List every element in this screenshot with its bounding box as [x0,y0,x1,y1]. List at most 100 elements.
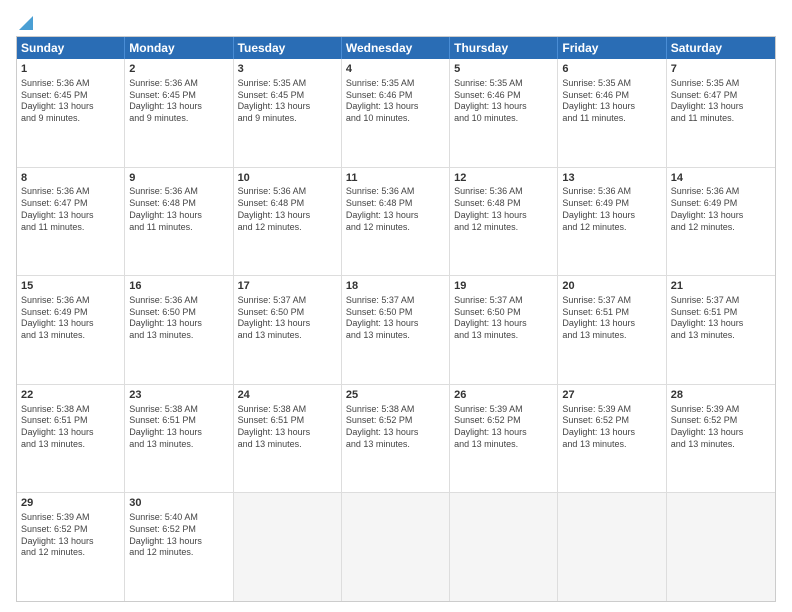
day-number: 26 [454,388,553,403]
day-number: 2 [129,62,228,77]
cell-info: Sunrise: 5:35 AMSunset: 6:46 PMDaylight:… [346,78,445,125]
cell-info: Sunrise: 5:35 AMSunset: 6:46 PMDaylight:… [454,78,553,125]
calendar-cell-11: 11Sunrise: 5:36 AMSunset: 6:48 PMDayligh… [342,168,450,276]
day-number: 3 [238,62,337,77]
cell-info: Sunrise: 5:38 AMSunset: 6:51 PMDaylight:… [129,404,228,451]
calendar-cell-8: 8Sunrise: 5:36 AMSunset: 6:47 PMDaylight… [17,168,125,276]
cell-info: Sunrise: 5:35 AMSunset: 6:45 PMDaylight:… [238,78,337,125]
header-day-wednesday: Wednesday [342,37,450,59]
day-number: 25 [346,388,445,403]
calendar-cell-4: 4Sunrise: 5:35 AMSunset: 6:46 PMDaylight… [342,59,450,167]
day-number: 30 [129,496,228,511]
calendar-cell-24: 24Sunrise: 5:38 AMSunset: 6:51 PMDayligh… [234,385,342,493]
calendar-cell-7: 7Sunrise: 5:35 AMSunset: 6:47 PMDaylight… [667,59,775,167]
day-number: 13 [562,171,661,186]
calendar-cell-10: 10Sunrise: 5:36 AMSunset: 6:48 PMDayligh… [234,168,342,276]
cell-info: Sunrise: 5:38 AMSunset: 6:51 PMDaylight:… [238,404,337,451]
day-number: 11 [346,171,445,186]
header-day-sunday: Sunday [17,37,125,59]
calendar-cell-18: 18Sunrise: 5:37 AMSunset: 6:50 PMDayligh… [342,276,450,384]
cell-info: Sunrise: 5:37 AMSunset: 6:50 PMDaylight:… [346,295,445,342]
cell-info: Sunrise: 5:36 AMSunset: 6:48 PMDaylight:… [129,186,228,233]
cell-info: Sunrise: 5:36 AMSunset: 6:49 PMDaylight:… [562,186,661,233]
cell-info: Sunrise: 5:36 AMSunset: 6:47 PMDaylight:… [21,186,120,233]
day-number: 15 [21,279,120,294]
cell-info: Sunrise: 5:36 AMSunset: 6:45 PMDaylight:… [129,78,228,125]
calendar-row-4: 22Sunrise: 5:38 AMSunset: 6:51 PMDayligh… [17,385,775,494]
day-number: 21 [671,279,771,294]
cell-info: Sunrise: 5:36 AMSunset: 6:48 PMDaylight:… [238,186,337,233]
calendar-cell-empty [558,493,666,601]
day-number: 28 [671,388,771,403]
calendar-cell-27: 27Sunrise: 5:39 AMSunset: 6:52 PMDayligh… [558,385,666,493]
calendar-cell-21: 21Sunrise: 5:37 AMSunset: 6:51 PMDayligh… [667,276,775,384]
cell-info: Sunrise: 5:38 AMSunset: 6:52 PMDaylight:… [346,404,445,451]
calendar-cell-5: 5Sunrise: 5:35 AMSunset: 6:46 PMDaylight… [450,59,558,167]
calendar-cell-17: 17Sunrise: 5:37 AMSunset: 6:50 PMDayligh… [234,276,342,384]
day-number: 9 [129,171,228,186]
day-number: 23 [129,388,228,403]
day-number: 8 [21,171,120,186]
cell-info: Sunrise: 5:37 AMSunset: 6:51 PMDaylight:… [671,295,771,342]
calendar-cell-9: 9Sunrise: 5:36 AMSunset: 6:48 PMDaylight… [125,168,233,276]
calendar-cell-1: 1Sunrise: 5:36 AMSunset: 6:45 PMDaylight… [17,59,125,167]
day-number: 12 [454,171,553,186]
cell-info: Sunrise: 5:40 AMSunset: 6:52 PMDaylight:… [129,512,228,559]
header-day-saturday: Saturday [667,37,775,59]
cell-info: Sunrise: 5:37 AMSunset: 6:51 PMDaylight:… [562,295,661,342]
logo [16,16,33,30]
day-number: 24 [238,388,337,403]
header-day-monday: Monday [125,37,233,59]
calendar-cell-3: 3Sunrise: 5:35 AMSunset: 6:45 PMDaylight… [234,59,342,167]
calendar-cell-empty [667,493,775,601]
calendar-cell-20: 20Sunrise: 5:37 AMSunset: 6:51 PMDayligh… [558,276,666,384]
header [16,16,776,30]
calendar: SundayMondayTuesdayWednesdayThursdayFrid… [16,36,776,602]
cell-info: Sunrise: 5:36 AMSunset: 6:45 PMDaylight:… [21,78,120,125]
calendar-row-1: 1Sunrise: 5:36 AMSunset: 6:45 PMDaylight… [17,59,775,168]
calendar-cell-2: 2Sunrise: 5:36 AMSunset: 6:45 PMDaylight… [125,59,233,167]
cell-info: Sunrise: 5:39 AMSunset: 6:52 PMDaylight:… [454,404,553,451]
calendar-cell-15: 15Sunrise: 5:36 AMSunset: 6:49 PMDayligh… [17,276,125,384]
calendar-cell-empty [342,493,450,601]
cell-info: Sunrise: 5:39 AMSunset: 6:52 PMDaylight:… [21,512,120,559]
day-number: 6 [562,62,661,77]
day-number: 7 [671,62,771,77]
cell-info: Sunrise: 5:37 AMSunset: 6:50 PMDaylight:… [454,295,553,342]
day-number: 17 [238,279,337,294]
cell-info: Sunrise: 5:36 AMSunset: 6:48 PMDaylight:… [346,186,445,233]
calendar-row-2: 8Sunrise: 5:36 AMSunset: 6:47 PMDaylight… [17,168,775,277]
calendar-body: 1Sunrise: 5:36 AMSunset: 6:45 PMDaylight… [17,59,775,601]
header-day-tuesday: Tuesday [234,37,342,59]
calendar-cell-30: 30Sunrise: 5:40 AMSunset: 6:52 PMDayligh… [125,493,233,601]
logo-triangle-icon [19,16,33,30]
day-number: 14 [671,171,771,186]
day-number: 18 [346,279,445,294]
day-number: 19 [454,279,553,294]
day-number: 16 [129,279,228,294]
cell-info: Sunrise: 5:36 AMSunset: 6:48 PMDaylight:… [454,186,553,233]
page: SundayMondayTuesdayWednesdayThursdayFrid… [0,0,792,612]
cell-info: Sunrise: 5:35 AMSunset: 6:47 PMDaylight:… [671,78,771,125]
calendar-cell-16: 16Sunrise: 5:36 AMSunset: 6:50 PMDayligh… [125,276,233,384]
day-number: 1 [21,62,120,77]
cell-info: Sunrise: 5:36 AMSunset: 6:50 PMDaylight:… [129,295,228,342]
calendar-cell-14: 14Sunrise: 5:36 AMSunset: 6:49 PMDayligh… [667,168,775,276]
header-day-thursday: Thursday [450,37,558,59]
cell-info: Sunrise: 5:39 AMSunset: 6:52 PMDaylight:… [671,404,771,451]
calendar-row-5: 29Sunrise: 5:39 AMSunset: 6:52 PMDayligh… [17,493,775,601]
calendar-cell-empty [450,493,558,601]
cell-info: Sunrise: 5:36 AMSunset: 6:49 PMDaylight:… [671,186,771,233]
calendar-cell-29: 29Sunrise: 5:39 AMSunset: 6:52 PMDayligh… [17,493,125,601]
calendar-cell-12: 12Sunrise: 5:36 AMSunset: 6:48 PMDayligh… [450,168,558,276]
calendar-cell-22: 22Sunrise: 5:38 AMSunset: 6:51 PMDayligh… [17,385,125,493]
calendar-row-3: 15Sunrise: 5:36 AMSunset: 6:49 PMDayligh… [17,276,775,385]
calendar-header: SundayMondayTuesdayWednesdayThursdayFrid… [17,37,775,59]
day-number: 29 [21,496,120,511]
cell-info: Sunrise: 5:38 AMSunset: 6:51 PMDaylight:… [21,404,120,451]
cell-info: Sunrise: 5:39 AMSunset: 6:52 PMDaylight:… [562,404,661,451]
calendar-cell-28: 28Sunrise: 5:39 AMSunset: 6:52 PMDayligh… [667,385,775,493]
calendar-cell-6: 6Sunrise: 5:35 AMSunset: 6:46 PMDaylight… [558,59,666,167]
day-number: 10 [238,171,337,186]
day-number: 20 [562,279,661,294]
